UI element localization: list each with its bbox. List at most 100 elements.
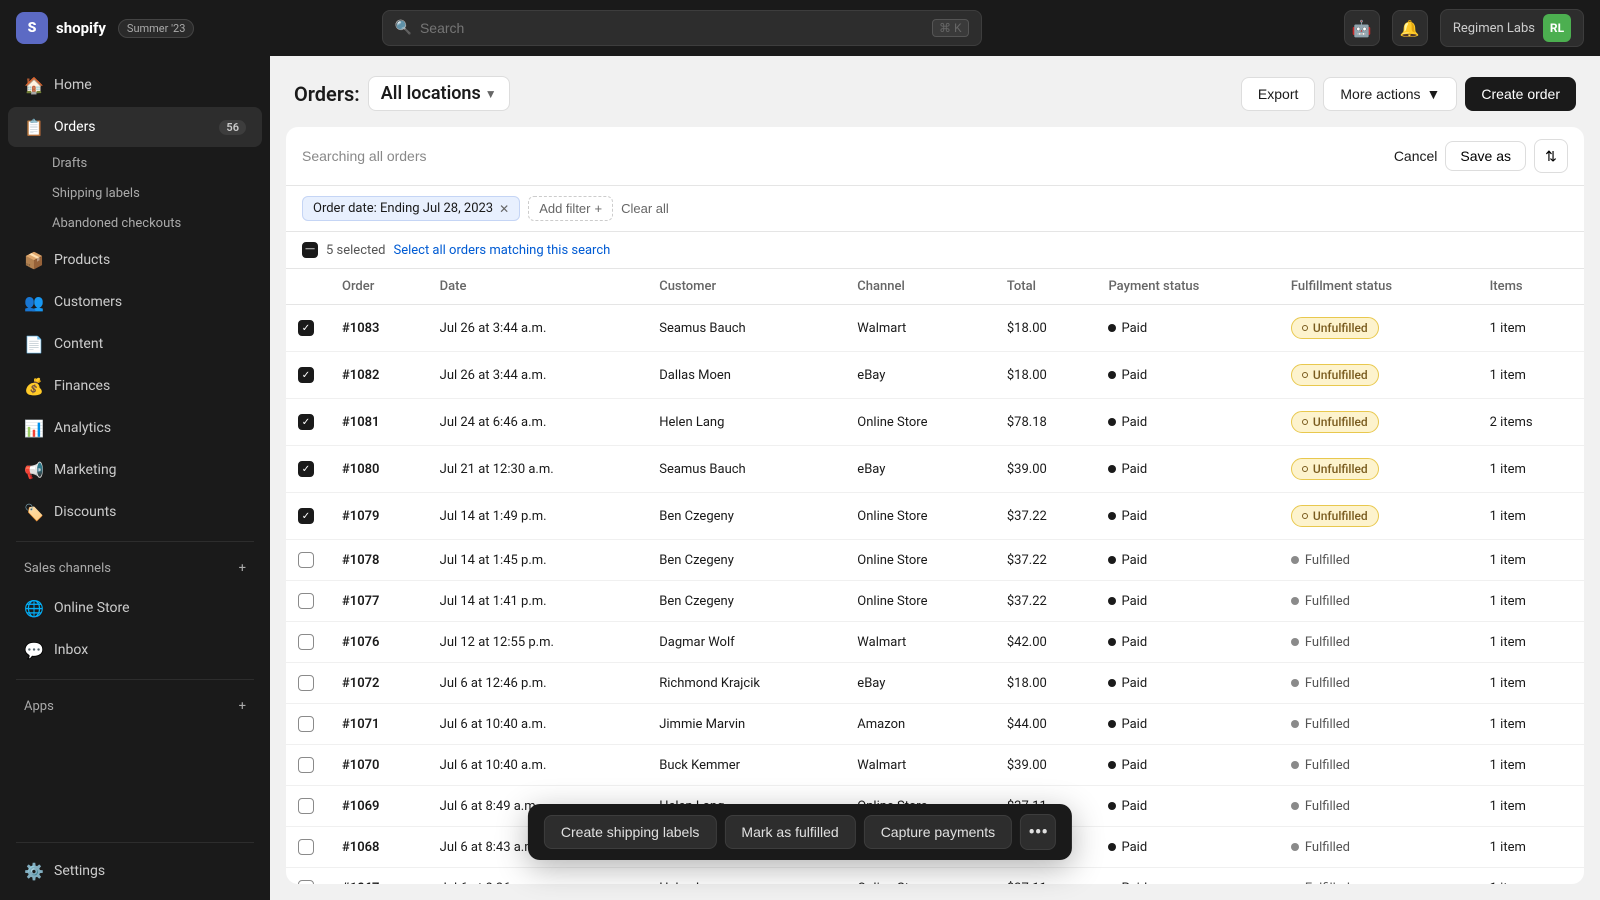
order-id-link[interactable]: #1081	[342, 415, 379, 430]
sales-channels-header[interactable]: Sales channels +	[8, 551, 262, 586]
sidebar-item-online-store[interactable]: 🌐 Online Store	[8, 588, 262, 628]
table-row[interactable]: #1070Jul 6 at 10:40 a.m.Buck KemmerWalma…	[286, 745, 1584, 786]
global-search-bar[interactable]: 🔍 ⌘ K	[382, 10, 982, 46]
sidebar-item-home[interactable]: 🏠 Home	[8, 65, 262, 105]
order-id-link[interactable]: #1076	[342, 635, 379, 650]
table-row[interactable]: #1078Jul 14 at 1:45 p.m.Ben CzegenyOnlin…	[286, 540, 1584, 581]
order-id-link[interactable]: #1083	[342, 321, 379, 336]
order-id-link[interactable]: #1067	[342, 881, 379, 885]
export-button[interactable]: Export	[1241, 77, 1315, 111]
bottom-action-bar: Create shipping labels Mark as fulfilled…	[528, 804, 1072, 860]
table-row[interactable]: ✓#1082Jul 26 at 3:44 a.m.Dallas MoeneBay…	[286, 352, 1584, 399]
row-checkbox[interactable]: ✓	[298, 508, 314, 524]
select-all-checkbox[interactable]: —	[302, 242, 318, 258]
order-id-link[interactable]: #1071	[342, 717, 379, 732]
add-filter-button[interactable]: Add filter +	[528, 196, 613, 221]
row-checkbox[interactable]: ✓	[298, 461, 314, 477]
order-id-link[interactable]: #1079	[342, 509, 379, 524]
table-row[interactable]: ✓#1083Jul 26 at 3:44 a.m.Seamus BauchWal…	[286, 305, 1584, 352]
order-customer: Helen Lang	[647, 399, 845, 446]
row-checkbox[interactable]	[298, 675, 314, 691]
save-as-button[interactable]: Save as	[1445, 141, 1526, 171]
add-filter-plus-icon: +	[595, 201, 603, 216]
order-id-link[interactable]: #1072	[342, 676, 379, 691]
table-row[interactable]: #1072Jul 6 at 12:46 p.m.Richmond Krajcik…	[286, 663, 1584, 704]
order-items: 1 item	[1478, 663, 1584, 704]
row-checkbox[interactable]: ✓	[298, 367, 314, 383]
order-id-link[interactable]: #1082	[342, 368, 379, 383]
order-payment-status: Paid	[1096, 399, 1278, 446]
order-fulfillment-status: Fulfilled	[1279, 745, 1478, 786]
row-checkbox[interactable]: ✓	[298, 320, 314, 336]
notifications-icon-button[interactable]: 🔔	[1392, 10, 1428, 46]
sidebar-item-products[interactable]: 📦 Products	[8, 240, 262, 280]
sidebar-item-shipping-labels[interactable]: Shipping labels	[52, 179, 262, 208]
sidebar-item-customers[interactable]: 👥 Customers	[8, 282, 262, 322]
sidebar-item-discounts[interactable]: 🏷️ Discounts	[8, 492, 262, 532]
table-row[interactable]: #1077Jul 14 at 1:41 p.m.Ben CzegenyOnlin…	[286, 581, 1584, 622]
sidebar-item-inbox[interactable]: 💬 Inbox	[8, 630, 262, 670]
row-checkbox[interactable]: ✓	[298, 414, 314, 430]
order-items: 1 item	[1478, 868, 1584, 885]
global-search-input[interactable]	[420, 20, 924, 36]
sidebar-item-analytics[interactable]: 📊 Analytics	[8, 408, 262, 448]
order-id-link[interactable]: #1078	[342, 553, 379, 568]
sidebar-item-drafts[interactable]: Drafts	[52, 149, 262, 178]
order-id-link[interactable]: #1077	[342, 594, 379, 609]
create-shipping-labels-button[interactable]: Create shipping labels	[544, 815, 717, 849]
order-payment-status: Paid	[1096, 868, 1278, 885]
sidebar-item-finances[interactable]: 💰 Finances	[8, 366, 262, 406]
row-checkbox[interactable]	[298, 634, 314, 650]
select-all-link[interactable]: Select all orders matching this search	[393, 243, 610, 258]
apps-header[interactable]: Apps +	[8, 689, 262, 724]
location-dropdown[interactable]: All locations ▼	[368, 76, 510, 111]
table-row[interactable]: ✓#1080Jul 21 at 12:30 a.m.Seamus BaucheB…	[286, 446, 1584, 493]
sidebar-customers-label: Customers	[54, 294, 246, 310]
col-fulfillment: Fulfillment status	[1279, 269, 1478, 305]
sort-button[interactable]: ⇅	[1534, 139, 1568, 173]
capture-payments-button[interactable]: Capture payments	[864, 815, 1012, 849]
table-row[interactable]: #1076Jul 12 at 12:55 p.m.Dagmar WolfWalm…	[286, 622, 1584, 663]
sidebar-item-abandoned-checkouts[interactable]: Abandoned checkouts	[52, 209, 262, 238]
marketing-icon: 📢	[24, 460, 44, 480]
row-checkbox[interactable]	[298, 757, 314, 773]
order-date: Jul 14 at 1:41 p.m.	[428, 581, 648, 622]
order-id-link[interactable]: #1080	[342, 462, 379, 477]
orders-search-input[interactable]	[302, 148, 1386, 164]
table-row[interactable]: ✓#1079Jul 14 at 1:49 p.m.Ben CzegenyOnli…	[286, 493, 1584, 540]
table-row[interactable]: #1071Jul 6 at 10:40 a.m.Jimmie MarvinAma…	[286, 704, 1584, 745]
sidebar-item-content[interactable]: 📄 Content	[8, 324, 262, 364]
discounts-icon: 🏷️	[24, 502, 44, 522]
user-name: Regimen Labs	[1453, 21, 1535, 36]
more-actions-button[interactable]: More actions ▼	[1323, 77, 1457, 111]
sidebar-item-orders[interactable]: 📋 Orders 56	[8, 107, 262, 147]
table-row[interactable]: ✓#1081Jul 24 at 6:46 a.m.Helen LangOnlin…	[286, 399, 1584, 446]
row-checkbox[interactable]	[298, 880, 314, 884]
activity-icon-button[interactable]: 🤖	[1344, 10, 1380, 46]
user-chip[interactable]: Regimen Labs RL	[1440, 9, 1584, 47]
order-id-link[interactable]: #1069	[342, 799, 379, 814]
create-order-button[interactable]: Create order	[1465, 77, 1576, 111]
table-row[interactable]: #1067Jul 6 at 8:36 a.m.Helen LangOnline …	[286, 868, 1584, 885]
row-checkbox[interactable]	[298, 716, 314, 732]
order-payment-status: Paid	[1096, 827, 1278, 868]
clear-all-button[interactable]: Clear all	[621, 201, 669, 216]
filter-tag-date[interactable]: Order date: Ending Jul 28, 2023 ✕	[302, 196, 520, 221]
order-id-link[interactable]: #1070	[342, 758, 379, 773]
order-id-link[interactable]: #1068	[342, 840, 379, 855]
sidebar-item-settings[interactable]: ⚙️ Settings	[8, 851, 262, 891]
cancel-button[interactable]: Cancel	[1394, 148, 1438, 164]
row-checkbox[interactable]	[298, 798, 314, 814]
orders-search-bar: Cancel Save as ⇅	[286, 127, 1584, 186]
col-date: Date	[428, 269, 648, 305]
order-customer: Seamus Bauch	[647, 446, 845, 493]
row-checkbox[interactable]	[298, 552, 314, 568]
mark-as-fulfilled-button[interactable]: Mark as fulfilled	[724, 815, 855, 849]
more-options-button[interactable]: •••	[1020, 814, 1056, 850]
sidebar-item-marketing[interactable]: 📢 Marketing	[8, 450, 262, 490]
inbox-icon: 💬	[24, 640, 44, 660]
row-checkbox[interactable]	[298, 593, 314, 609]
filter-tag-remove-icon[interactable]: ✕	[499, 202, 509, 216]
order-total: $18.00	[995, 305, 1097, 352]
row-checkbox[interactable]	[298, 839, 314, 855]
